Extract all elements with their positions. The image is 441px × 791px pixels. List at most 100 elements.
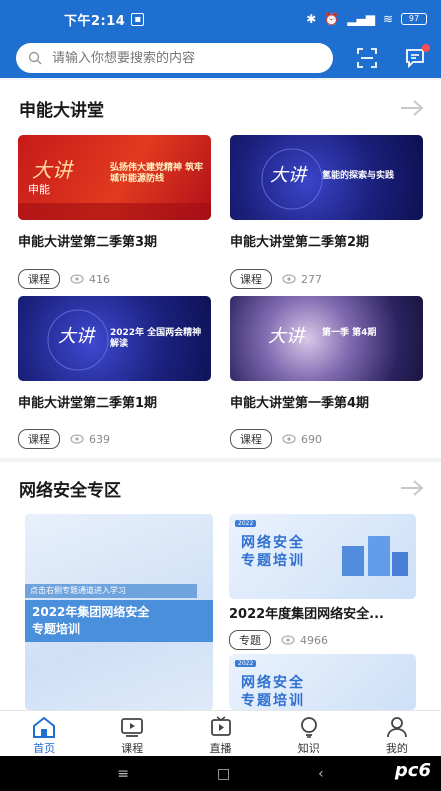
course-meta: 课程 690: [230, 429, 322, 449]
profile-icon: [387, 717, 407, 738]
home-icon: [33, 716, 56, 738]
watermark-logo: pc6: [394, 760, 431, 781]
course-thumbnail: 大讲 氢能的探索与实践: [230, 135, 423, 220]
more-arrow-icon[interactable]: [399, 479, 425, 497]
view-count: 639: [89, 432, 110, 446]
nav-label: 知识: [297, 742, 320, 755]
course-meta: 课程 277: [230, 269, 322, 289]
course-tag: 课程: [230, 269, 272, 289]
svg-text:申能: 申能: [28, 182, 50, 196]
wifi-icon: ≋: [382, 12, 393, 26]
nav-item-home[interactable]: 首页: [0, 711, 88, 756]
status-icons: ✱ ⏰ ▂▄▆ ≋ 97: [306, 12, 427, 26]
topic-meta: 专题 4966: [229, 630, 328, 650]
eye-icon: [281, 635, 295, 645]
security-section: 网络安全专区 点击右侧专题通道进入学习 2022年集团网络安全 专题培训 202…: [0, 462, 441, 710]
course-thumbnail: 大讲 申能 弘扬伟大建党精神 筑牢城市能源防线: [18, 135, 211, 220]
search-input[interactable]: [52, 50, 302, 66]
svg-text:大讲: 大讲: [270, 165, 308, 186]
nav-item-live[interactable]: 直播: [176, 711, 264, 756]
servers-illustration: [342, 536, 408, 576]
notification-icon: ▪: [131, 12, 145, 26]
thumbnail-badge: 2022: [235, 520, 257, 527]
view-count: 690: [301, 432, 322, 446]
featured-banner[interactable]: 点击右侧专题通道进入学习 2022年集团网络安全 专题培训: [25, 514, 213, 710]
course-title: 申能大讲堂第二季第3期: [18, 235, 158, 250]
eye-icon: [282, 434, 296, 444]
thumbnail-text: 2022年 全国两会精神解读: [110, 328, 202, 349]
lecture-section: 申能大讲堂 大讲 申能 弘扬伟大建党精神 筑牢城市能源防线 申能大讲堂第二季第3…: [0, 80, 441, 458]
message-button[interactable]: [403, 44, 431, 70]
view-count: 4966: [300, 633, 328, 647]
thumbnail-text: 网络安全 专题培训: [241, 534, 305, 570]
course-icon: [121, 718, 144, 737]
nav-item-profile[interactable]: 我的: [353, 711, 441, 756]
thumbnail-text: 氢能的探索与实践: [322, 171, 395, 181]
search-icon: [28, 51, 42, 65]
knowledge-icon: [300, 717, 317, 738]
nav-label: 我的: [385, 742, 408, 755]
course-meta: 课程 639: [18, 429, 110, 449]
thumbnail-line2: 专题培训: [241, 693, 305, 709]
course-tag: 课程: [18, 269, 60, 289]
course-thumbnail: 大讲 2022年 全国两会精神解读: [18, 296, 211, 381]
course-title: 申能大讲堂第一季第4期: [230, 396, 370, 411]
course-tag: 课程: [230, 429, 272, 449]
live-icon: [210, 716, 231, 736]
course-title: 申能大讲堂第二季第2期: [230, 235, 370, 250]
bottom-nav: 首页 课程 直播 知识 我的: [0, 710, 441, 756]
svg-text:大讲: 大讲: [58, 326, 96, 347]
signal-icon: ▂▄▆: [347, 12, 375, 26]
nav-item-course[interactable]: 课程: [88, 711, 176, 756]
thumbnail-line1: 网络安全: [241, 535, 305, 551]
topic-thumbnail[interactable]: 2022 网络安全 专题培训: [229, 514, 416, 599]
status-time: 下午2:14: [64, 13, 126, 29]
course-card[interactable]: 大讲 第一季 第4期 申能大讲堂第一季第4期: [230, 296, 423, 411]
topic-thumbnail[interactable]: 2022 网络安全 专题培训: [229, 654, 416, 710]
eye-icon: [282, 274, 296, 284]
message-badge: [422, 44, 431, 52]
system-nav-bar: ≡ □ ‹ pc6: [0, 756, 441, 791]
nav-label: 首页: [33, 742, 56, 755]
back-icon[interactable]: ‹: [318, 766, 324, 782]
thumbnail-line2: 专题培训: [241, 553, 305, 569]
featured-ribbon: 点击右侧专题通道进入学习: [25, 584, 197, 598]
alarm-icon: ⏰: [324, 12, 340, 26]
nav-label: 课程: [121, 742, 144, 755]
status-bar: 下午2:14 ▪ ✱ ⏰ ▂▄▆ ≋ 97: [0, 0, 441, 38]
topic-title[interactable]: 2022年度集团网络安全...: [229, 603, 384, 622]
thumbnail-badge: 2022: [235, 660, 257, 667]
featured-title: 2022年集团网络安全 专题培训: [25, 600, 213, 642]
featured-title-line1: 2022年集团网络安全: [32, 605, 150, 619]
topic-tag: 专题: [229, 630, 271, 650]
menu-icon[interactable]: ≡: [117, 766, 129, 782]
svg-text:大讲: 大讲: [32, 158, 75, 182]
more-arrow-icon[interactable]: [399, 99, 425, 117]
course-card[interactable]: 大讲 氢能的探索与实践 申能大讲堂第二季第2期: [230, 135, 423, 250]
course-card[interactable]: 大讲 2022年 全国两会精神解读 申能大讲堂第二季第1期: [18, 296, 211, 411]
view-count: 416: [89, 272, 110, 286]
battery-icon: 97: [401, 13, 427, 25]
thumbnail-line1: 网络安全: [241, 675, 305, 691]
nav-item-knowledge[interactable]: 知识: [265, 711, 353, 756]
app-header: 下午2:14 ▪ ✱ ⏰ ▂▄▆ ≋ 97: [0, 0, 441, 78]
nav-label: 直播: [209, 742, 232, 755]
course-tag: 课程: [18, 429, 60, 449]
bluetooth-icon: ✱: [306, 12, 317, 26]
scan-icon: [357, 48, 378, 68]
scan-button[interactable]: [355, 46, 379, 70]
thumbnail-text: 网络安全 专题培训: [241, 674, 305, 710]
section-title: 网络安全专区: [19, 480, 121, 501]
eye-icon: [70, 434, 84, 444]
course-title: 申能大讲堂第二季第1期: [18, 396, 158, 411]
view-count: 277: [301, 272, 322, 286]
thumbnail-text: 第一季 第4期: [322, 328, 377, 338]
eye-icon: [70, 274, 84, 284]
search-bar[interactable]: [16, 43, 334, 73]
svg-text:大讲: 大讲: [268, 326, 306, 347]
home-square-icon[interactable]: □: [217, 766, 230, 782]
course-thumbnail: 大讲 第一季 第4期: [230, 296, 423, 381]
course-meta: 课程 416: [18, 269, 110, 289]
thumbnail-text: 弘扬伟大建党精神 筑牢城市能源防线: [110, 163, 204, 184]
featured-title-line2: 专题培训: [32, 622, 81, 636]
